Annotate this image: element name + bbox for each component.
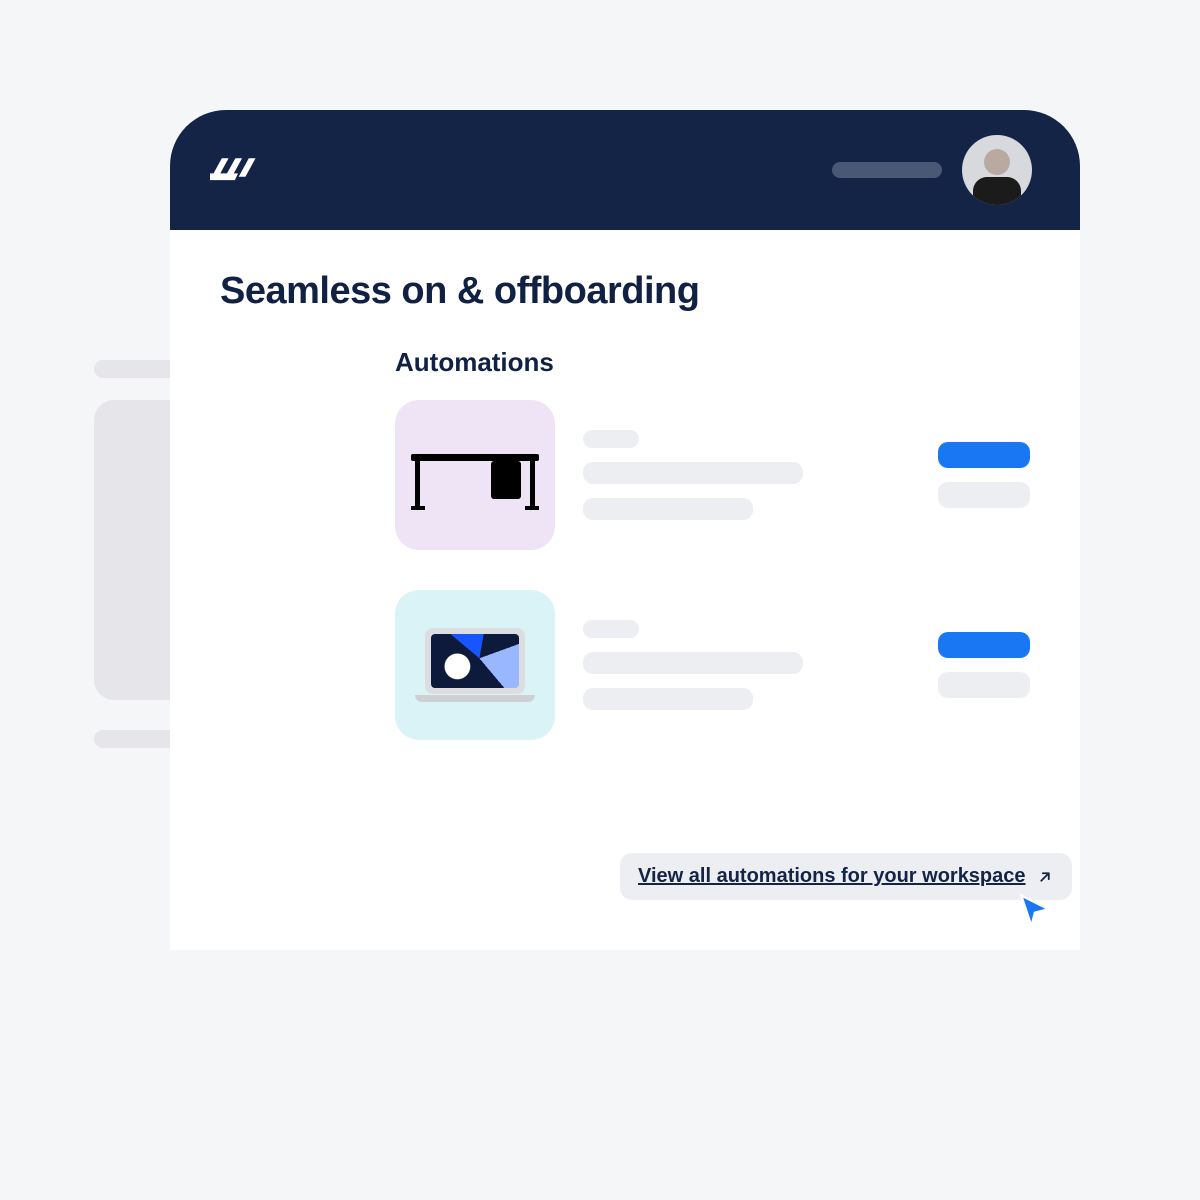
laptop-icon <box>411 622 539 708</box>
automation-thumb-desk[interactable] <box>395 400 555 550</box>
placeholder-line <box>583 652 803 674</box>
view-all-automations-link[interactable]: View all automations for your workspace <box>620 853 1072 900</box>
automation-text-placeholder <box>583 620 910 710</box>
secondary-action-button[interactable] <box>938 672 1030 698</box>
automation-row <box>395 400 1030 550</box>
cursor-icon <box>1014 890 1056 932</box>
secondary-action-button[interactable] <box>938 482 1030 508</box>
placeholder-line <box>583 430 639 448</box>
titlebar <box>170 110 1080 230</box>
automation-thumb-laptop[interactable] <box>395 590 555 740</box>
placeholder-line <box>583 462 803 484</box>
primary-action-button[interactable] <box>938 442 1030 468</box>
brand-logo-icon <box>210 143 264 197</box>
section-title: Automations <box>395 347 1030 378</box>
placeholder-line <box>583 688 753 710</box>
external-link-icon <box>1036 868 1054 886</box>
automation-row <box>395 590 1030 740</box>
placeholder-line <box>583 620 639 638</box>
titlebar-placeholder <box>832 162 942 178</box>
placeholder-line <box>583 498 753 520</box>
avatar[interactable] <box>962 135 1032 205</box>
view-all-label: View all automations for your workspace <box>638 865 1026 888</box>
primary-action-button[interactable] <box>938 632 1030 658</box>
page-title: Seamless on & offboarding <box>220 270 1030 313</box>
desk-icon <box>411 440 539 510</box>
automation-list <box>395 400 1030 740</box>
app-window: Seamless on & offboarding Automations <box>170 110 1080 950</box>
automation-text-placeholder <box>583 430 910 520</box>
